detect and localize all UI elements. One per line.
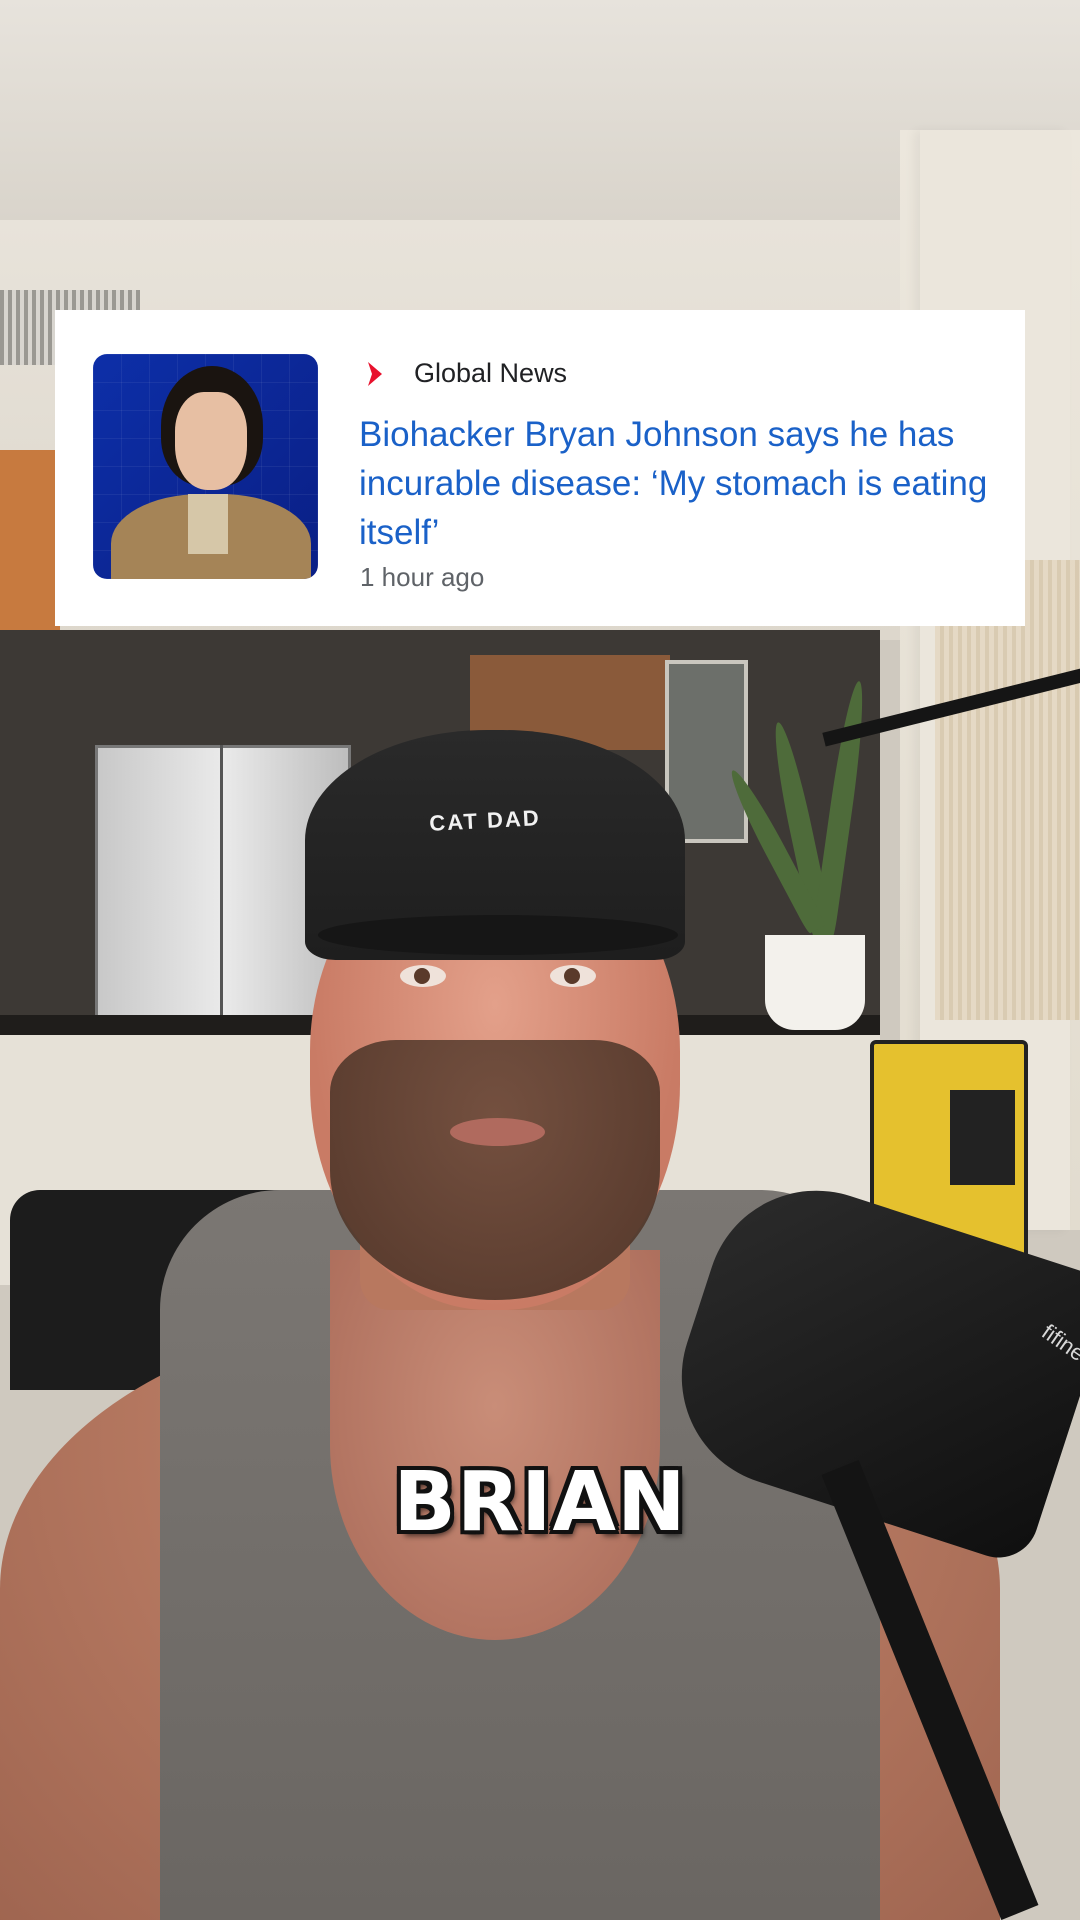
right-eye — [550, 965, 596, 987]
cap-brim — [318, 915, 678, 955]
thumbnail-shirt — [188, 494, 228, 554]
news-headline[interactable]: Biohacker Bryan Johnson says he has incu… — [359, 410, 999, 557]
refrigerator-door-seam — [220, 745, 223, 1020]
global-news-logo-icon — [368, 361, 382, 386]
thumbnail-face — [175, 392, 247, 490]
video-frame: CAT DAD fifine — [0, 0, 1080, 1920]
arcade-screen — [950, 1090, 1015, 1185]
video-caption: BRIAN — [393, 1455, 687, 1550]
news-timestamp: 1 hour ago — [360, 562, 485, 592]
orange-wall-panel — [0, 450, 60, 630]
macrame-wall-hanging — [935, 560, 1080, 1020]
plant-pot — [765, 935, 865, 1030]
news-card[interactable]: Global News Biohacker Bryan Johnson says… — [55, 310, 1025, 626]
news-source-row: Global News — [360, 358, 567, 389]
person-beard — [330, 1040, 660, 1300]
left-eye — [400, 965, 446, 987]
news-source-name: Global News — [414, 358, 568, 388]
news-thumbnail[interactable] — [93, 354, 318, 579]
person-mouth — [450, 1118, 545, 1146]
